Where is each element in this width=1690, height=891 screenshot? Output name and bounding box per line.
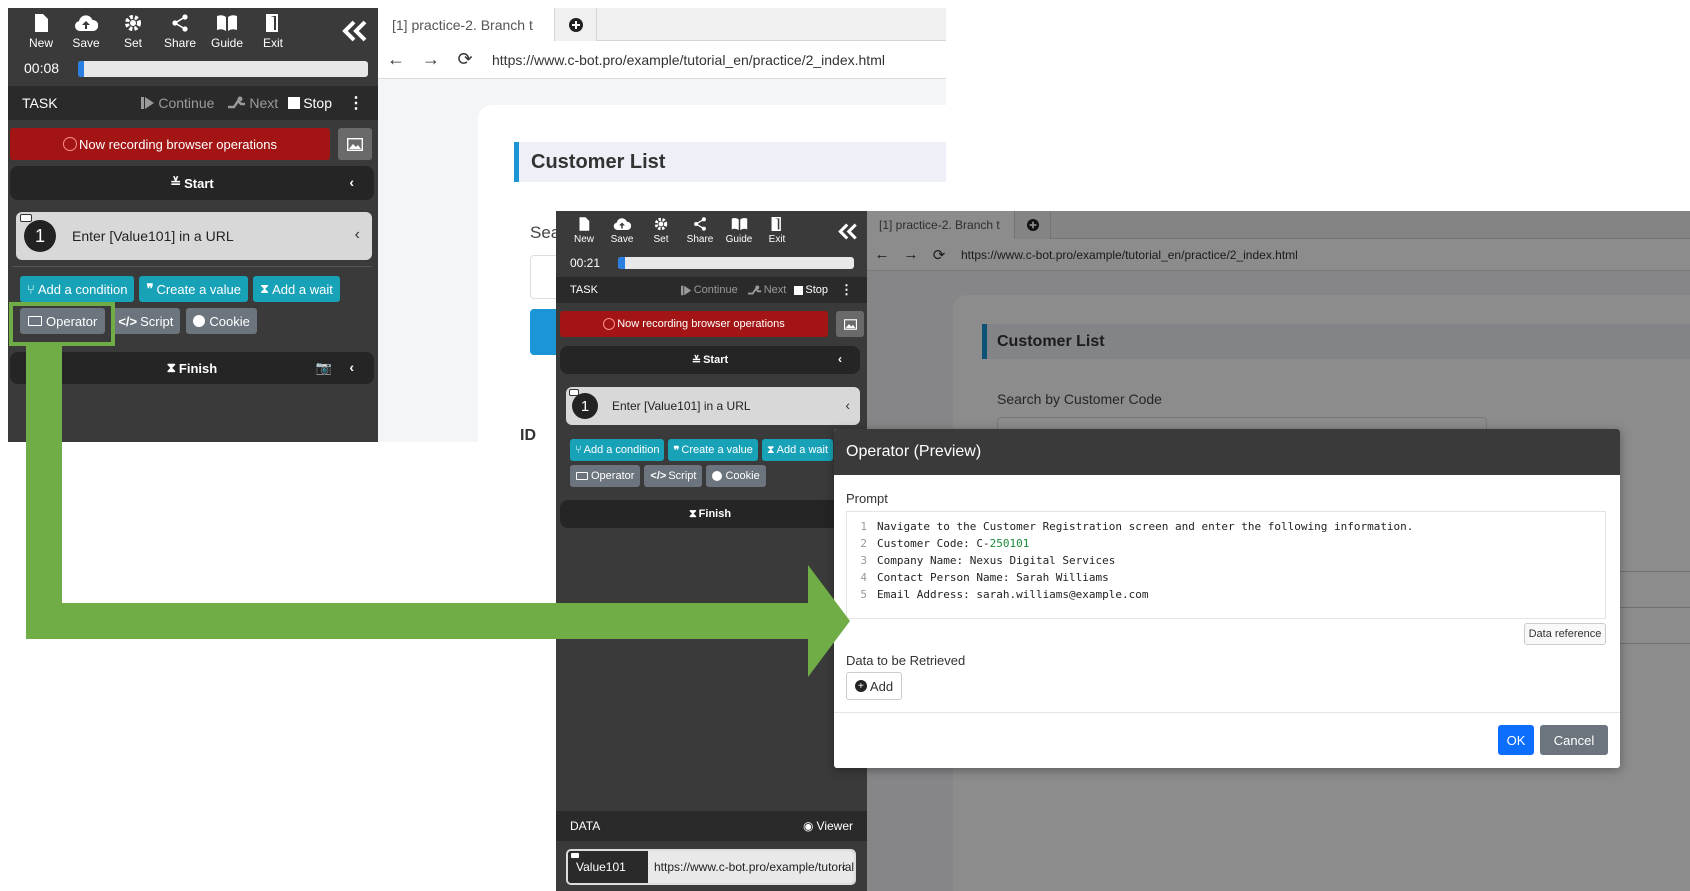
tutorial-figure: New Save Set Share Guide Exit 00:08 TASK… (0, 0, 1690, 891)
connector-arrow (26, 346, 850, 677)
